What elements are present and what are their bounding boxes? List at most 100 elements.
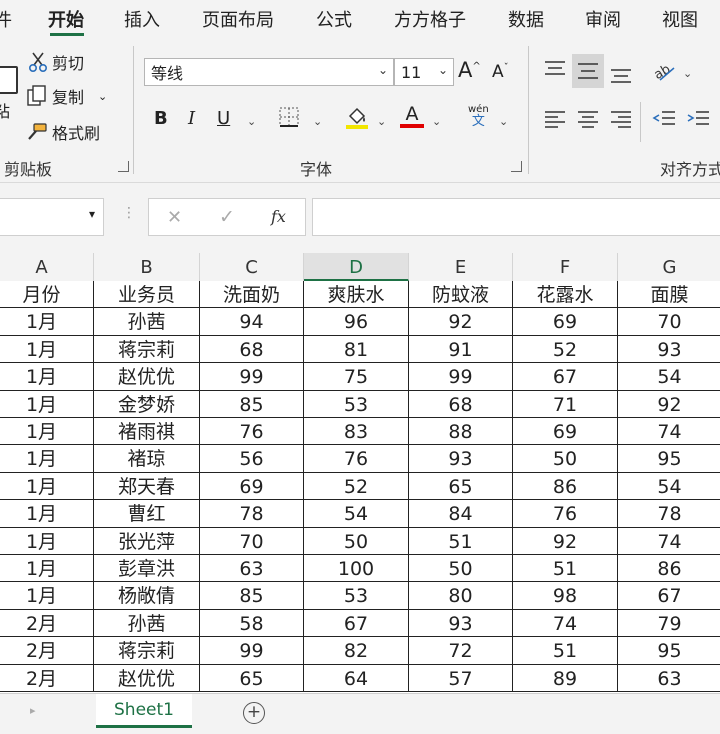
column-header-g[interactable]: G	[618, 253, 720, 281]
header-cell[interactable]: 面膜	[618, 281, 720, 309]
table-cell[interactable]: 78	[618, 500, 720, 528]
format-painter-button[interactable]: 格式刷	[26, 120, 100, 144]
font-launcher-icon[interactable]	[511, 161, 522, 172]
table-cell[interactable]: 95	[618, 445, 720, 473]
table-cell[interactable]: 1月	[0, 418, 94, 446]
table-cell[interactable]: 74	[618, 528, 720, 555]
paste-button[interactable]	[0, 66, 18, 94]
table-cell[interactable]: 53	[304, 390, 409, 418]
header-cell[interactable]: 花露水	[513, 281, 618, 309]
table-cell[interactable]: 94	[200, 308, 304, 336]
table-cell[interactable]: 赵优优	[94, 664, 200, 692]
tab-formulas[interactable]: 公式	[316, 6, 352, 32]
table-cell[interactable]: 蒋宗莉	[94, 335, 200, 364]
table-cell[interactable]: 54	[618, 473, 720, 501]
table-cell[interactable]: 68	[200, 335, 304, 364]
phonetic-button[interactable]: wén 文	[468, 104, 489, 128]
table-cell[interactable]: 51	[409, 527, 513, 555]
chevron-down-icon[interactable]: ⌄	[377, 115, 386, 128]
tab-file[interactable]: 件	[0, 6, 12, 32]
tab-data[interactable]: 数据	[508, 6, 544, 32]
table-cell[interactable]: 69	[200, 472, 304, 501]
table-cell[interactable]: 褚雨祺	[94, 418, 200, 446]
table-cell[interactable]: 69	[513, 418, 618, 446]
table-cell[interactable]: 65	[200, 664, 304, 692]
table-cell[interactable]: 杨敞倩	[94, 582, 200, 610]
table-cell[interactable]: 67	[513, 363, 618, 391]
header-cell[interactable]: 洗面奶	[200, 281, 304, 309]
orientation-button[interactable]: ab	[652, 60, 676, 87]
font-size-select[interactable]: 11 ⌄	[394, 58, 454, 86]
chevron-down-icon[interactable]: ⌄	[683, 67, 692, 80]
column-header-e[interactable]: E	[409, 253, 513, 281]
align-left-button[interactable]	[544, 110, 566, 135]
table-cell[interactable]: 孙茜	[94, 609, 200, 638]
table-cell[interactable]: 81	[304, 335, 409, 364]
table-cell[interactable]: 92	[618, 391, 720, 418]
table-cell[interactable]: 96	[304, 308, 409, 336]
table-cell[interactable]: 1月	[0, 445, 94, 473]
tab-view[interactable]: 视图	[662, 6, 698, 32]
table-cell[interactable]: 51	[513, 637, 618, 665]
header-cell[interactable]: 防蚊液	[409, 281, 513, 309]
bold-button[interactable]: B	[154, 108, 168, 129]
cut-button[interactable]: 剪切	[28, 50, 84, 74]
chevron-down-icon[interactable]: ⌄	[499, 115, 508, 128]
table-cell[interactable]: 50	[513, 445, 618, 473]
table-cell[interactable]: 1月	[0, 363, 94, 391]
align-middle-button[interactable]	[572, 54, 604, 88]
table-cell[interactable]: 93	[409, 445, 513, 473]
table-cell[interactable]: 57	[409, 664, 513, 692]
table-cell[interactable]: 71	[513, 390, 618, 418]
borders-button[interactable]	[278, 106, 300, 133]
table-cell[interactable]: 64	[304, 664, 409, 692]
header-cell[interactable]: 业务员	[94, 281, 200, 309]
table-cell[interactable]: 75	[304, 363, 409, 391]
tab-fangfang[interactable]: 方方格子	[394, 6, 466, 32]
table-cell[interactable]: 53	[304, 582, 409, 610]
table-cell[interactable]: 1月	[0, 335, 94, 364]
table-cell[interactable]: 91	[409, 335, 513, 364]
table-cell[interactable]: 99	[409, 363, 513, 391]
column-header-f[interactable]: F	[513, 253, 618, 281]
table-cell[interactable]: 72	[409, 637, 513, 665]
table-cell[interactable]: 70	[200, 527, 304, 555]
table-cell[interactable]: 76	[304, 445, 409, 473]
table-cell[interactable]: 65	[409, 472, 513, 501]
table-cell[interactable]: 83	[304, 418, 409, 446]
table-cell[interactable]: 54	[618, 363, 720, 391]
table-cell[interactable]: 95	[618, 637, 720, 665]
table-cell[interactable]: 74	[618, 418, 720, 446]
chevron-down-icon[interactable]: ⌄	[247, 115, 256, 128]
table-cell[interactable]: 100	[304, 555, 409, 583]
table-cell[interactable]: 92	[409, 308, 513, 336]
clipboard-launcher-icon[interactable]	[118, 161, 129, 172]
align-center-button[interactable]	[577, 110, 599, 135]
increase-font-button[interactable]: A^	[458, 58, 481, 82]
table-cell[interactable]: 99	[200, 363, 304, 391]
table-cell[interactable]: 93	[618, 336, 720, 364]
formula-input[interactable]	[312, 198, 720, 236]
table-cell[interactable]: 85	[200, 390, 304, 418]
chevron-down-icon[interactable]: ⌄	[313, 115, 322, 128]
tab-home[interactable]: 开始	[48, 6, 84, 32]
scroll-left-icon[interactable]: ▸	[30, 704, 36, 717]
table-cell[interactable]: 1月	[0, 308, 94, 336]
tab-review[interactable]: 审阅	[585, 6, 621, 32]
table-cell[interactable]: 86	[618, 555, 720, 583]
table-cell[interactable]: 79	[618, 610, 720, 638]
chevron-down-icon[interactable]: ⌄	[432, 115, 441, 128]
table-cell[interactable]: 68	[409, 390, 513, 418]
table-cell[interactable]: 2月	[0, 664, 94, 692]
table-cell[interactable]: 曹红	[94, 500, 200, 528]
chevron-down-icon[interactable]: ⌄	[98, 90, 107, 103]
table-cell[interactable]: 76	[513, 500, 618, 528]
table-cell[interactable]: 张光萍	[94, 527, 200, 555]
table-cell[interactable]: 孙茜	[94, 308, 200, 336]
italic-button[interactable]: I	[188, 108, 195, 129]
table-cell[interactable]: 82	[304, 637, 409, 665]
table-cell[interactable]: 1月	[0, 527, 94, 555]
align-top-button[interactable]	[544, 60, 566, 85]
sheet-tab-sheet1[interactable]: Sheet1	[96, 694, 192, 728]
table-cell[interactable]: 52	[304, 472, 409, 501]
